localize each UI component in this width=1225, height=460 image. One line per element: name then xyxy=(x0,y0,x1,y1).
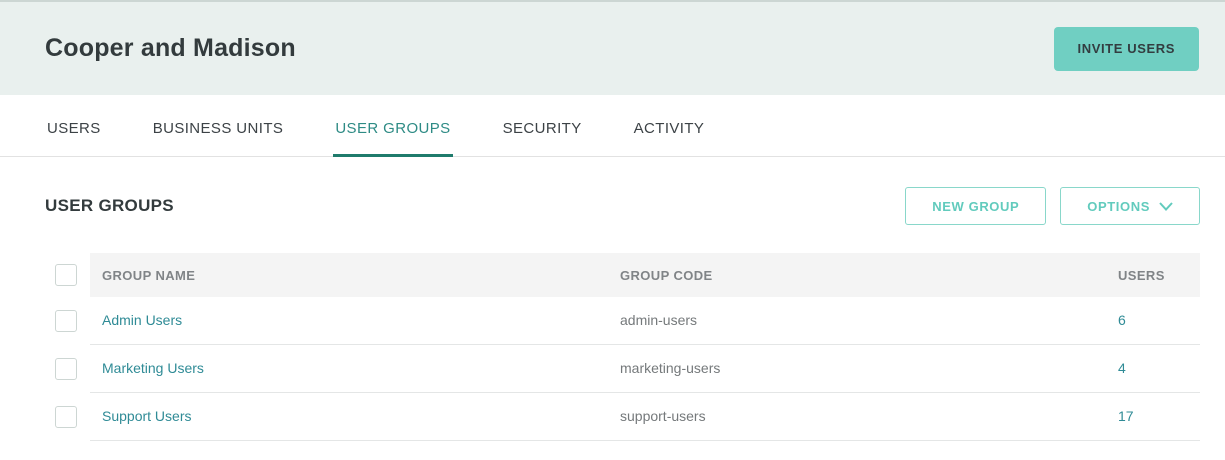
page-header: Cooper and Madison INVITE USERS xyxy=(0,0,1225,95)
invite-users-button[interactable]: INVITE USERS xyxy=(1054,27,1200,71)
row-checkbox-cell xyxy=(50,297,90,345)
section-actions: NEW GROUP OPTIONS xyxy=(905,187,1200,225)
page-title: Cooper and Madison xyxy=(45,34,296,63)
tab-security[interactable]: SECURITY xyxy=(501,95,584,156)
new-group-button-label: NEW GROUP xyxy=(932,199,1019,214)
row-checkbox-cell xyxy=(50,345,90,393)
table-row-content: Admin Users admin-users 6 xyxy=(90,297,1200,345)
table-row: Support Users support-users 17 xyxy=(50,393,1200,441)
chevron-down-icon xyxy=(1159,202,1173,211)
table-row-content: Marketing Users marketing-users 4 xyxy=(90,345,1200,393)
user-groups-table: GROUP NAME GROUP CODE USERS Admin Users … xyxy=(50,253,1200,441)
group-name-link[interactable]: Admin Users xyxy=(102,312,182,328)
section-header-row: USER GROUPS NEW GROUP OPTIONS xyxy=(45,187,1200,225)
row-checkbox[interactable] xyxy=(55,358,77,380)
tab-activity[interactable]: ACTIVITY xyxy=(632,95,707,156)
table-row: Admin Users admin-users 6 xyxy=(50,297,1200,345)
group-users-count-link[interactable]: 4 xyxy=(1118,360,1126,376)
column-header-group-name: GROUP NAME xyxy=(90,268,620,283)
table-row-content: Support Users support-users 17 xyxy=(90,393,1200,441)
tab-user-groups[interactable]: USER GROUPS xyxy=(333,95,452,156)
column-header-group-code: GROUP CODE xyxy=(620,268,1118,283)
section-title: USER GROUPS xyxy=(45,196,174,216)
table-header-row: GROUP NAME GROUP CODE USERS xyxy=(50,253,1200,297)
options-button-label: OPTIONS xyxy=(1087,199,1150,214)
table-header-content: GROUP NAME GROUP CODE USERS xyxy=(90,253,1200,297)
row-checkbox-cell xyxy=(50,393,90,441)
group-code-value: admin-users xyxy=(620,312,697,328)
new-group-button[interactable]: NEW GROUP xyxy=(905,187,1046,225)
group-code-value: support-users xyxy=(620,408,706,424)
group-name-link[interactable]: Marketing Users xyxy=(102,360,204,376)
tab-users[interactable]: USERS xyxy=(45,95,103,156)
tab-bar: USERS BUSINESS UNITS USER GROUPS SECURIT… xyxy=(0,95,1225,157)
group-users-count-link[interactable]: 17 xyxy=(1118,408,1134,424)
options-button[interactable]: OPTIONS xyxy=(1060,187,1200,225)
select-all-checkbox[interactable] xyxy=(55,264,77,286)
select-all-cell xyxy=(50,253,90,297)
row-checkbox[interactable] xyxy=(55,406,77,428)
group-code-value: marketing-users xyxy=(620,360,720,376)
column-header-users: USERS xyxy=(1118,268,1200,283)
row-checkbox[interactable] xyxy=(55,310,77,332)
group-name-link[interactable]: Support Users xyxy=(102,408,191,424)
tab-business-units[interactable]: BUSINESS UNITS xyxy=(151,95,286,156)
table-row: Marketing Users marketing-users 4 xyxy=(50,345,1200,393)
user-groups-page: Cooper and Madison INVITE USERS USERS BU… xyxy=(0,0,1225,460)
group-users-count-link[interactable]: 6 xyxy=(1118,312,1126,328)
